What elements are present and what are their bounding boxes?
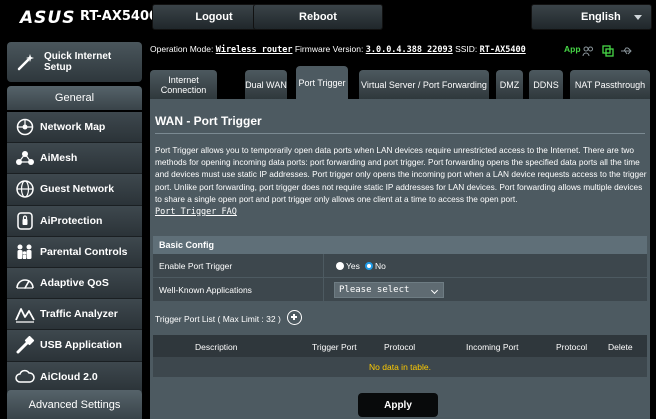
- trigger-port-table: Description Trigger Port Protocol Incomi…: [153, 335, 647, 377]
- sidebar-item-label: Network Map: [40, 121, 106, 133]
- trigger-port-list-title: Trigger Port List ( Max Limit : 32 ): [155, 314, 281, 324]
- sidebar-item-label: Guest Network: [40, 183, 115, 196]
- router-admin-page: ASUS RT-AX5400 Logout Reboot English Qui…: [0, 0, 656, 419]
- advanced-settings-header: Advanced Settings: [7, 390, 142, 419]
- enable-no-label: No: [375, 261, 386, 271]
- language-dropdown[interactable]: English: [531, 4, 652, 30]
- reboot-button[interactable]: Reboot: [253, 4, 383, 30]
- enable-port-trigger-label: Enable Port Trigger: [159, 261, 233, 271]
- guest-network-icon: [16, 180, 34, 199]
- quick-internet-setup-button[interactable]: Quick Internet Setup: [7, 42, 142, 82]
- tab-port-trigger[interactable]: Port Trigger: [296, 66, 348, 99]
- tab-virtual-server[interactable]: Virtual Server / Port Forwarding: [359, 70, 489, 99]
- table-empty-message: No data in table.: [153, 357, 647, 377]
- sidebar-item-parental-controls[interactable]: Parental Controls: [7, 236, 142, 268]
- quick-internet-setup-label: Quick Internet Setup: [44, 51, 112, 73]
- enable-yes-label: Yes: [346, 261, 360, 271]
- col-delete: Delete: [608, 342, 633, 352]
- general-section-header: General: [7, 86, 142, 110]
- sidebar-item-usb-application[interactable]: USB Application: [7, 330, 142, 362]
- status-bar: Operation Mode: Wireless router Firmware…: [150, 44, 656, 64]
- well-known-apps-label: Well-Known Applications: [159, 285, 252, 295]
- title-divider: [155, 133, 645, 134]
- ssid-link[interactable]: RT-AX5400: [480, 45, 526, 55]
- enable-port-trigger-row: Enable Port Trigger Yes No: [153, 254, 647, 278]
- col-protocol-2: Protocol: [556, 342, 588, 352]
- cloud-icon: [15, 369, 35, 383]
- app-link[interactable]: App: [564, 44, 581, 54]
- description-text: Port Trigger allows you to temporarily o…: [155, 145, 647, 204]
- copy-icon[interactable]: [602, 45, 614, 57]
- sidebar-item-label: AiProtection: [40, 214, 103, 227]
- tab-internet-connection[interactable]: Internet Connection: [150, 70, 217, 99]
- sidebar-item-label: AiMesh: [40, 152, 78, 165]
- tab-bar: Internet Connection Dual WAN Port Trigge…: [150, 66, 656, 99]
- sidebar-item-label: Parental Controls: [40, 245, 128, 258]
- apply-button[interactable]: Apply: [358, 393, 438, 417]
- page-title: WAN - Port Trigger: [155, 114, 262, 128]
- wizard-wand-icon: [17, 54, 34, 71]
- tab-dual-wan[interactable]: Dual WAN: [245, 70, 287, 99]
- well-known-apps-value: Please select: [339, 285, 410, 295]
- col-protocol: Protocol: [384, 342, 416, 352]
- col-incoming-port: Incoming Port: [466, 342, 519, 352]
- content-panel: WAN - Port Trigger Port Trigger allows y…: [150, 99, 650, 419]
- well-known-apps-row: Well-Known Applications Please select: [153, 278, 647, 302]
- top-bar: ASUS RT-AX5400 Logout Reboot English: [0, 0, 656, 34]
- sidebar-item-network-map[interactable]: Network Map: [7, 112, 142, 144]
- enable-yes-radio[interactable]: [336, 262, 344, 270]
- sidebar-item-label: Traffic Analyzer: [40, 308, 118, 321]
- family-icon: [17, 244, 32, 259]
- operation-mode-link[interactable]: Wireless router: [216, 45, 293, 55]
- sidebar-item-label: AiCloud 2.0: [40, 370, 98, 383]
- tab-ddns[interactable]: DDNS: [529, 70, 563, 99]
- row-divider: [323, 278, 324, 302]
- asus-logo: ASUS: [20, 8, 76, 28]
- language-label: English: [581, 11, 621, 23]
- chevron-down-icon: [430, 286, 439, 295]
- sidebar-menu: Network Map AiMesh Guest Network AiProte…: [7, 112, 142, 393]
- col-trigger-port: Trigger Port: [312, 342, 357, 352]
- firmware-label: Firmware Version:: [294, 44, 364, 54]
- sidebar-item-aimesh[interactable]: AiMesh: [7, 143, 142, 175]
- operation-mode-label: Operation Mode:: [150, 44, 214, 54]
- tab-dmz[interactable]: DMZ: [496, 70, 523, 99]
- sidebar-item-traffic-analyzer[interactable]: Traffic Analyzer: [7, 299, 142, 331]
- aimesh-icon: [16, 151, 34, 166]
- sidebar-item-aicloud[interactable]: AiCloud 2.0: [7, 361, 142, 393]
- chevron-down-icon: [634, 15, 642, 20]
- network-map-icon: [16, 118, 34, 136]
- shield-icon: [17, 211, 33, 230]
- basic-config-table: Basic Config Enable Port Trigger Yes No …: [153, 236, 647, 302]
- chart-icon: [15, 308, 35, 323]
- enable-no-radio[interactable]: [365, 262, 373, 270]
- usb-status-icon[interactable]: [620, 45, 632, 57]
- gauge-icon: [16, 279, 34, 289]
- model-name: RT-AX5400: [80, 9, 159, 24]
- col-description: Description: [195, 342, 238, 352]
- table-header: Description Trigger Port Protocol Incomi…: [153, 335, 647, 357]
- ssid-label: SSID:: [455, 44, 478, 54]
- basic-config-header: Basic Config: [153, 236, 647, 254]
- sidebar: Quick Internet Setup General Network Map: [0, 34, 145, 419]
- sidebar-item-label: USB Application: [40, 339, 122, 352]
- sidebar-item-aiprotection[interactable]: AiProtection: [7, 205, 142, 237]
- sidebar-item-adaptive-qos[interactable]: Adaptive QoS: [7, 267, 142, 300]
- sidebar-item-guest-network[interactable]: Guest Network: [7, 174, 142, 206]
- add-rule-button[interactable]: [287, 310, 302, 325]
- firmware-link[interactable]: 3.0.0.4.388_22093: [366, 45, 453, 55]
- row-divider: [323, 254, 324, 278]
- port-trigger-faq-link[interactable]: Port Trigger FAQ: [155, 207, 237, 217]
- description: Port Trigger allows you to temporarily o…: [155, 144, 647, 218]
- usb-icon: [16, 336, 35, 354]
- tab-nat-passthrough[interactable]: NAT Passthrough: [570, 70, 650, 99]
- well-known-apps-select[interactable]: Please select: [334, 282, 444, 298]
- sidebar-item-label: Adaptive QoS: [40, 276, 109, 289]
- users-icon[interactable]: [582, 45, 594, 57]
